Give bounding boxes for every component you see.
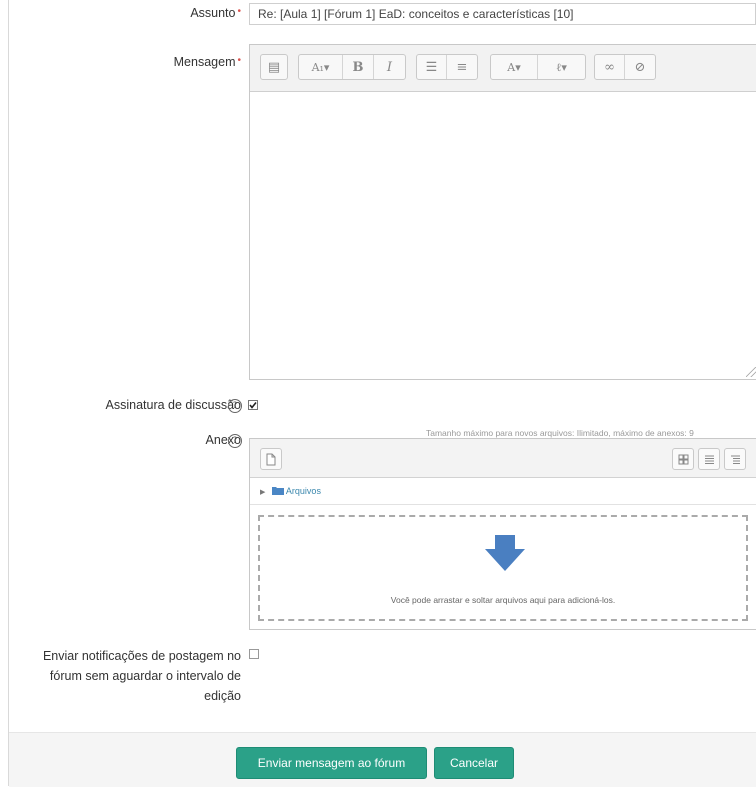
- toolbar-group-links: ∞ ⊘: [594, 54, 656, 80]
- subject-label: Assunto •: [190, 6, 241, 20]
- view-icons-button[interactable]: [672, 448, 694, 470]
- page-border: [8, 0, 9, 786]
- unlink-icon[interactable]: ⊘: [625, 55, 655, 79]
- italic-icon[interactable]: I: [374, 55, 405, 79]
- notify-checkbox[interactable]: [249, 649, 259, 659]
- add-file-button[interactable]: [260, 448, 282, 470]
- toolbar-group-lists: ☰ ≡: [416, 54, 478, 80]
- view-list-button[interactable]: [698, 448, 720, 470]
- checkmark-icon: [248, 400, 258, 410]
- folder-label[interactable]: Arquivos: [286, 486, 321, 496]
- view-tree-button[interactable]: [724, 448, 746, 470]
- help-icon[interactable]: ?: [228, 399, 242, 413]
- insert-image-icon[interactable]: A▾: [491, 55, 538, 79]
- bold-icon[interactable]: B: [343, 55, 374, 79]
- dropzone[interactable]: Você pode arrastar e soltar arquivos aqu…: [258, 515, 748, 621]
- tree-icon: [730, 455, 740, 464]
- editor-toolbar: ▤ A₁▾ B I ☰ ≡ A▾ ℓ▾ ∞ ⊘: [250, 45, 756, 92]
- signature-checkbox[interactable]: [248, 400, 258, 410]
- resize-handle-icon[interactable]: [746, 367, 756, 377]
- expand-arrow-icon[interactable]: ▶: [260, 489, 265, 496]
- file-manager: ▶ Arquivos Você pode arrastar e soltar a…: [249, 438, 756, 630]
- link-icon[interactable]: ∞: [595, 55, 625, 79]
- signature-label: Assinatura de discussão: [105, 398, 242, 412]
- message-editor[interactable]: ▤ A₁▾ B I ☰ ≡ A▾ ℓ▾ ∞ ⊘: [249, 44, 756, 380]
- help-icon[interactable]: ?: [228, 434, 242, 448]
- drop-arrow-icon: [485, 535, 525, 571]
- required-icon: •: [237, 6, 241, 17]
- grid-icon: [678, 454, 688, 464]
- message-label: Mensagem •: [173, 55, 241, 69]
- show-more-icon[interactable]: ▤: [261, 55, 287, 79]
- notify-label: Enviar notificações de postagem no fórum…: [42, 649, 241, 703]
- subject-input[interactable]: [249, 3, 756, 25]
- media-icon[interactable]: ℓ▾: [538, 55, 585, 79]
- toolbar-group-collapse: ▤: [260, 54, 288, 80]
- unordered-list-icon[interactable]: ☰: [417, 55, 447, 79]
- toolbar-group-insert: A▾ ℓ▾: [490, 54, 586, 80]
- filemanager-info: Tamanho máximo para novos arquivos: Ilim…: [426, 428, 694, 438]
- cancel-button[interactable]: Cancelar: [434, 747, 514, 779]
- filemanager-toolbar: [250, 439, 756, 478]
- form-footer: Enviar mensagem ao fórum Cancelar: [9, 732, 756, 787]
- drop-text: Você pode arrastar e soltar arquivos aqu…: [390, 595, 616, 605]
- filemanager-path: ▶ Arquivos: [250, 478, 756, 505]
- submit-button[interactable]: Enviar mensagem ao fórum: [236, 747, 427, 779]
- folder-icon: [271, 487, 284, 495]
- toolbar-group-style: A₁▾ B I: [298, 54, 406, 80]
- ordered-list-icon[interactable]: ≡: [447, 55, 477, 79]
- required-icon: •: [237, 55, 241, 66]
- add-file-icon: [266, 453, 276, 465]
- list-icon: [704, 455, 714, 464]
- paragraph-style-icon[interactable]: A₁▾: [299, 55, 343, 79]
